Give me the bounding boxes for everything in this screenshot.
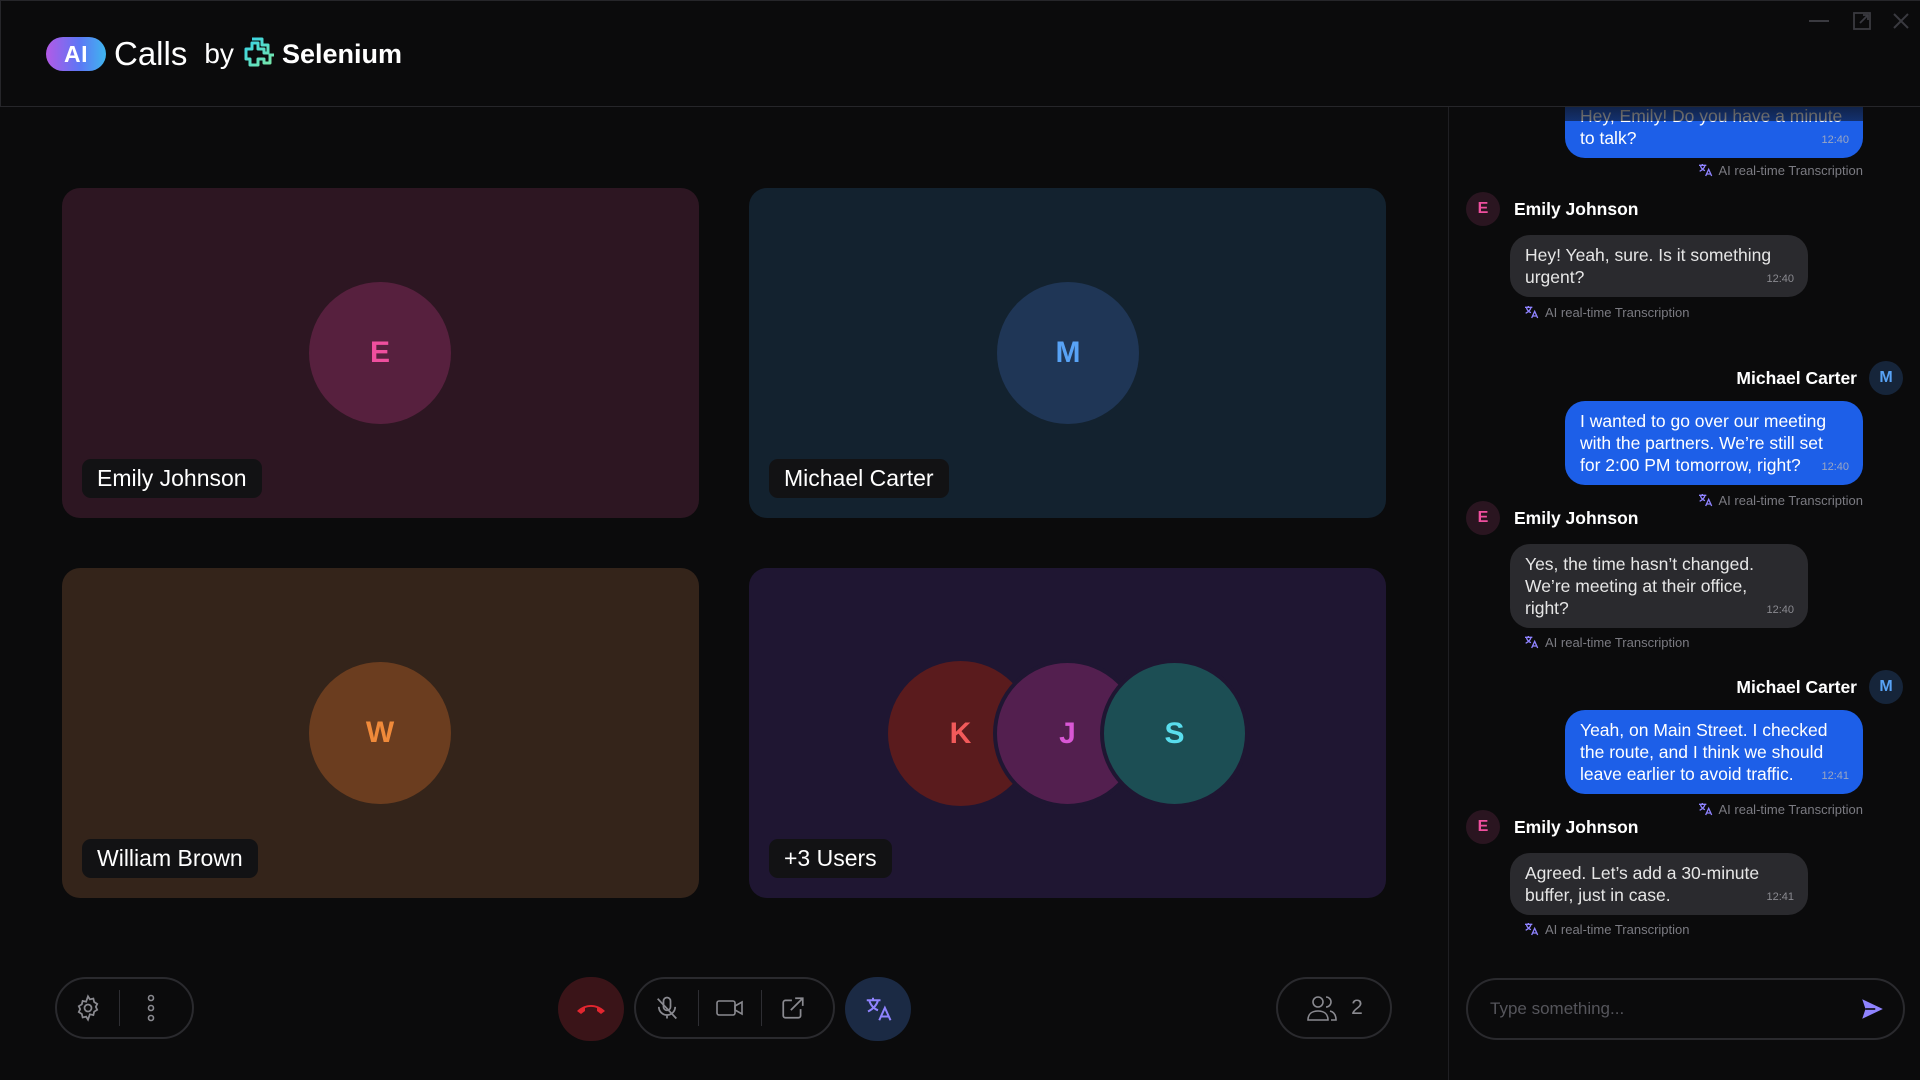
by-label: by (204, 38, 234, 69)
more-vertical-icon (147, 994, 155, 1022)
users-icon (1307, 996, 1337, 1021)
popout-window-icon[interactable] (1847, 9, 1877, 33)
close-icon[interactable] (1886, 9, 1916, 33)
translate-icon (1698, 494, 1712, 507)
participant-tile-michael[interactable]: M Michael Carter (749, 188, 1386, 518)
chat-message: Hey, Emily! Do you have a minute to talk… (1565, 107, 1863, 158)
transcription-note: AI real-time Transcription (1697, 492, 1863, 508)
participant-tile-emily[interactable]: E Emily Johnson (62, 188, 699, 518)
selenium-logo-icon (244, 37, 274, 67)
transcription-note: AI real-time Transcription (1523, 634, 1690, 650)
chat-message: I wanted to go over our meeting with the… (1565, 401, 1863, 485)
avatar: M (1869, 361, 1903, 395)
gear-icon (77, 994, 99, 1022)
transcription-note: AI real-time Transcription (1697, 801, 1863, 817)
message-sender: E Emily Johnson (1466, 501, 1638, 535)
chat-message: Hey! Yeah, sure. Is it something urgent?… (1510, 235, 1808, 297)
participants-button[interactable]: 2 (1276, 977, 1392, 1039)
message-text: Yeah, on Main Street. I checked the rout… (1580, 720, 1828, 784)
phone-hangup-icon (577, 1005, 605, 1014)
ai-badge: AI (46, 37, 106, 71)
chat-message-input[interactable] (1490, 999, 1859, 1019)
participant-name: William Brown (82, 839, 258, 878)
transcription-note: AI real-time Transcription (1697, 162, 1863, 178)
transcription-note: AI real-time Transcription (1523, 304, 1690, 320)
transcription-note: AI real-time Transcription (1523, 921, 1690, 937)
chat-message: Yes, the time hasn’t changed. We’re meet… (1510, 544, 1808, 628)
app-name: Calls (114, 35, 188, 72)
chat-message: Agreed. Let’s add a 30-minute buffer, ju… (1510, 853, 1808, 915)
mute-button[interactable] (636, 979, 698, 1037)
avatar: M (1869, 670, 1903, 704)
translate-icon (1698, 803, 1712, 816)
share-external-icon (782, 997, 804, 1019)
end-call-button[interactable] (558, 977, 624, 1041)
message-time: 12:40 (1821, 134, 1849, 146)
message-sender: E Emily Johnson (1466, 192, 1638, 226)
minimize-icon[interactable] (1804, 9, 1834, 33)
avatar: E (1466, 810, 1500, 844)
app-logo: AI Calls by Selenium (46, 34, 402, 74)
chat-input-bar (1466, 978, 1905, 1040)
send-icon[interactable] (1859, 996, 1885, 1022)
video-button[interactable] (699, 979, 761, 1037)
translate-icon (1525, 636, 1539, 649)
message-sender: Michael Carter M (1736, 670, 1903, 704)
translate-icon (1525, 923, 1539, 936)
message-time: 12:40 (1766, 604, 1794, 616)
translate-icon (1525, 306, 1539, 319)
message-sender: Michael Carter M (1736, 361, 1903, 395)
translate-icon (1698, 164, 1712, 177)
more-options-button[interactable] (120, 979, 182, 1037)
chat-message: Yeah, on Main Street. I checked the rout… (1565, 710, 1863, 794)
message-time: 12:40 (1821, 461, 1849, 473)
avatar: E (1466, 501, 1500, 535)
message-time: 12:41 (1766, 891, 1794, 903)
translate-icon (866, 997, 892, 1021)
message-text: Agreed. Let’s add a 30-minute buffer, ju… (1525, 863, 1760, 905)
participant-name: +3 Users (769, 839, 892, 878)
participant-name: Michael Carter (769, 459, 949, 498)
settings-group (55, 977, 194, 1039)
message-text: Hey! Yeah, sure. Is it something urgent? (1525, 245, 1772, 287)
message-time: 12:40 (1766, 273, 1794, 285)
message-text: Yes, the time hasn’t changed. We’re meet… (1525, 554, 1754, 618)
brand-name: Selenium (281, 38, 402, 69)
message-text: I wanted to go over our meeting with the… (1580, 411, 1827, 475)
settings-button[interactable] (57, 979, 119, 1037)
avatar: M (997, 282, 1139, 424)
participant-tile-william[interactable]: W William Brown (62, 568, 699, 898)
avatar: E (1466, 192, 1500, 226)
share-screen-button[interactable] (762, 979, 824, 1037)
message-time: 12:41 (1821, 770, 1849, 782)
fade-overlay (1565, 107, 1863, 121)
mic-off-icon (657, 996, 677, 1020)
media-controls-group (634, 977, 835, 1039)
participant-tile-group[interactable]: K J S +3 Users (749, 568, 1386, 898)
avatar: W (309, 662, 451, 804)
app-header: AI Calls by Selenium (0, 0, 1920, 107)
message-sender: E Emily Johnson (1466, 810, 1638, 844)
video-camera-icon (716, 1000, 743, 1016)
chat-panel: Hey, Emily! Do you have a minute to talk… (1448, 107, 1920, 1080)
participant-name: Emily Johnson (82, 459, 262, 498)
participants-count: 2 (1351, 996, 1363, 1019)
translate-button[interactable] (845, 977, 911, 1041)
avatar: E (309, 282, 451, 424)
avatar-s: S (1100, 659, 1249, 808)
